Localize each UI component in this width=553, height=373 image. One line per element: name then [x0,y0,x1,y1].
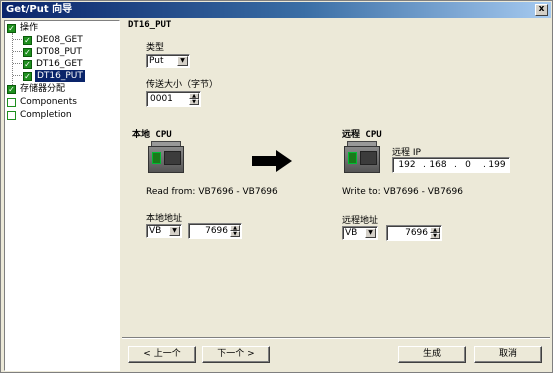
page-title: DT16_PUT [128,20,172,30]
cancel-button[interactable]: 取消 [474,346,542,363]
checked-icon: ✓ [7,24,16,33]
ip-octet-3: 0 [465,160,471,170]
tree-item-label: 操作 [20,23,39,33]
tree-item-label-selected: DT16_PUT [35,70,85,82]
local-address-stepper[interactable]: 7696 ▲ ▼ [188,223,242,239]
wizard-step-tree: ✓ 操作 ✓ DE08_GET ✓ DT08_PUT ✓ DT16_GET ✓ … [4,20,120,371]
chevron-down-icon[interactable]: ▼ [169,226,180,236]
divider [122,337,550,339]
remote-ip-field[interactable]: 192 . 168 . 0 . 199 [392,157,510,173]
spin-buttons[interactable]: ▲ ▼ [189,93,199,105]
unchecked-icon [7,98,16,107]
window-title: Get/Put 向导 [6,4,73,15]
config-panel: DT16_PUT 类型 Put ▼ 传送大小（字节） 0001 ▲ ▼ 本地 C… [122,20,550,371]
previous-button[interactable]: < 上一个 [128,346,196,363]
local-area-select[interactable]: VB ▼ [146,224,182,238]
tree-connector [12,33,13,91]
chevron-down-icon[interactable]: ▼ [177,56,188,66]
unchecked-icon [7,111,16,120]
generate-button[interactable]: 生成 [398,346,466,363]
remote-area-select[interactable]: VB ▼ [342,226,378,240]
tree-item-label: 存储器分配 [20,84,66,94]
read-from-text: Read from: VB7696 - VB7696 [146,187,278,197]
transfer-size-stepper[interactable]: 0001 ▲ ▼ [146,91,201,107]
ip-octet-4: 199 [488,160,506,170]
type-label: 类型 [146,43,165,53]
checked-icon: ✓ [7,85,16,94]
local-cpu-heading: 本地 CPU [132,130,172,140]
spin-buttons[interactable]: ▲ ▼ [430,227,440,239]
plc-icon [148,141,184,175]
chevron-down-icon[interactable]: ▼ [365,228,376,238]
tree-connector [13,75,22,76]
wizard-window: Get/Put 向导 x ✓ 操作 ✓ DE08_GET ✓ DT08_PUT … [0,0,553,373]
local-address-label: 本地地址 [146,214,183,224]
remote-area-value: VB [345,228,358,238]
tree-item-label: Components [20,97,77,107]
tree-connector [13,39,22,40]
type-select-value: Put [149,56,164,66]
tree-item-label: DT16_GET [36,59,83,69]
spin-buttons[interactable]: ▲ ▼ [230,225,240,237]
transfer-size-value: 0001 [150,94,173,104]
right-arrow-icon [252,150,294,172]
write-to-text: Write to: VB7696 - VB7696 [342,187,463,197]
tree-connector [13,63,22,64]
checked-icon: ✓ [23,36,32,45]
transfer-size-label: 传送大小（字节） [146,80,219,90]
tree-connector [13,51,22,52]
plc-icon [344,141,380,175]
ip-octet-2: 168 [429,160,447,170]
tree-item-label: DT08_PUT [36,47,82,57]
remote-address-stepper[interactable]: 7696 ▲ ▼ [386,225,442,241]
local-area-value: VB [149,226,162,236]
checked-icon: ✓ [23,60,32,69]
tree-item-label: DE08_GET [36,35,83,45]
ip-octet-1: 192 [398,160,416,170]
remote-cpu-heading: 远程 CPU [342,130,382,140]
checked-icon: ✓ [23,72,32,81]
type-select[interactable]: Put ▼ [146,54,190,68]
arrow-down-icon[interactable]: ▼ [189,99,199,105]
next-button[interactable]: 下一个 > [202,346,270,363]
local-address-value: 7696 [205,226,228,236]
checked-icon: ✓ [23,48,32,57]
remote-address-value: 7696 [405,228,428,238]
title-bar: Get/Put 向导 x [2,2,551,18]
arrow-down-icon[interactable]: ▼ [430,233,440,239]
tree-item-label: Completion [20,110,72,120]
close-icon[interactable]: x [535,4,548,16]
arrow-down-icon[interactable]: ▼ [230,231,240,237]
remote-address-label: 远程地址 [342,216,379,226]
